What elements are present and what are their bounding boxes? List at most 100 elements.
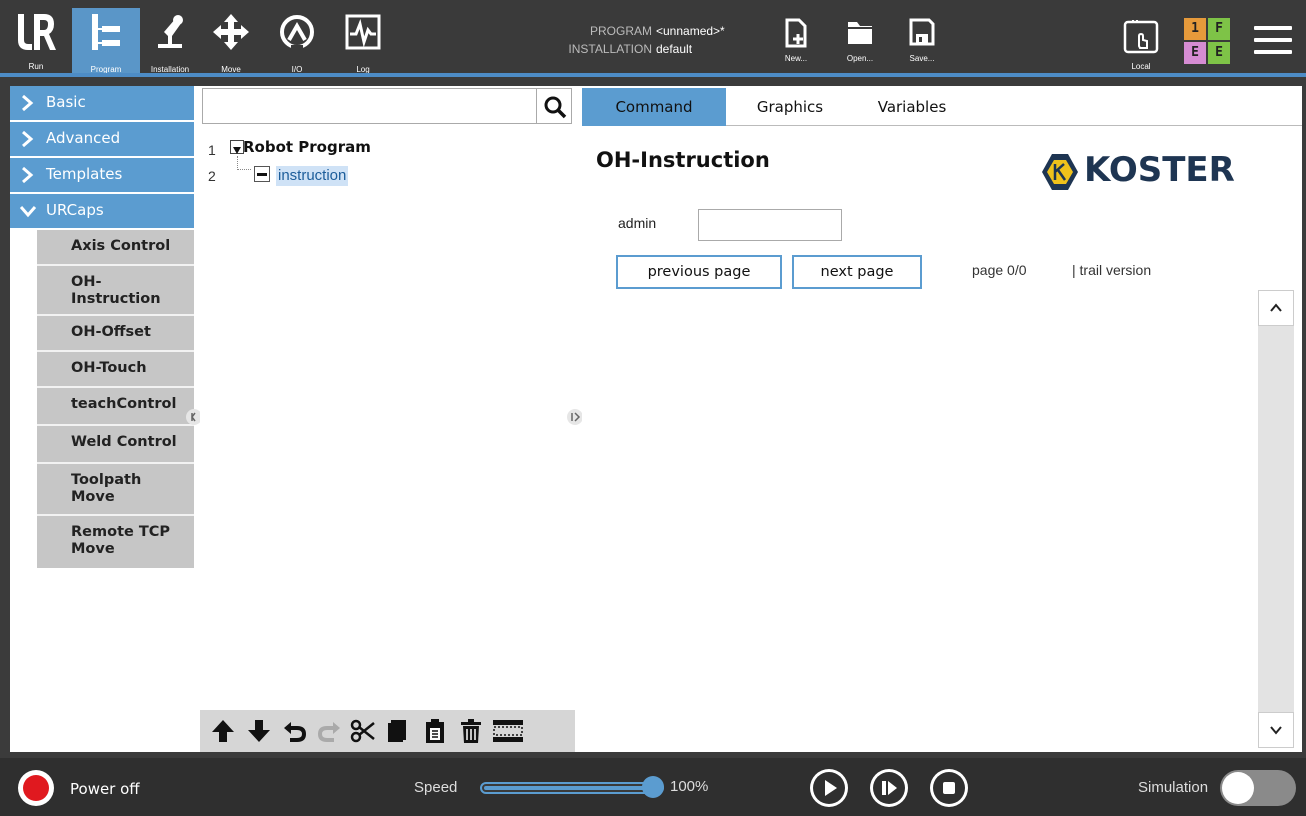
speed-label: Speed <box>414 779 458 796</box>
urcap-toolpath-move[interactable]: Toolpath Move <box>37 464 194 516</box>
new-file-icon <box>785 18 807 48</box>
chevron-right-icon <box>22 94 34 112</box>
open-program-button[interactable]: Open... <box>832 14 888 66</box>
bottom-bar: Power off Speed 100% Simulation <box>0 758 1306 816</box>
stop-button[interactable] <box>930 769 968 807</box>
hamburger-menu-icon[interactable] <box>1254 26 1292 56</box>
delete-icon[interactable] <box>458 718 484 744</box>
tab-command[interactable]: Command <box>582 88 726 126</box>
chevron-down-icon <box>19 206 37 218</box>
nav-log-button[interactable]: Log <box>338 8 388 76</box>
urcap-item-label: OH- Instruction <box>71 274 161 307</box>
paste-icon[interactable] <box>422 718 448 744</box>
redo-icon[interactable] <box>316 718 342 744</box>
program-name: <unnamed>* <box>656 24 725 38</box>
speed-slider-knob[interactable] <box>642 776 664 798</box>
urcap-remote-tcp-move[interactable]: Remote TCP Move <box>37 516 194 568</box>
admin-label: admin <box>618 215 657 231</box>
safety-mode-indicator[interactable]: 1 F E E <box>1184 18 1232 66</box>
nav-io-button[interactable]: I/O <box>272 8 322 76</box>
scroll-down-button[interactable] <box>1258 712 1294 748</box>
program-label: PROGRAM <box>589 24 652 38</box>
tree-line-number: 1 <box>208 142 216 158</box>
move-up-icon[interactable] <box>210 718 236 744</box>
category-urcaps[interactable]: URCaps <box>10 194 194 228</box>
urcap-weld-control[interactable]: Weld Control <box>37 426 194 464</box>
copy-icon[interactable] <box>386 718 412 744</box>
installation-label: INSTALLATION <box>568 42 652 56</box>
category-basic-label: Basic <box>46 93 86 111</box>
previous-page-button[interactable]: previous page <box>616 255 782 289</box>
ur-logo-run-button[interactable] <box>14 10 58 54</box>
tree-connector <box>237 156 251 170</box>
category-templates[interactable]: Templates <box>10 158 194 192</box>
content-scrollbar[interactable] <box>1258 290 1294 748</box>
simulation-label: Simulation <box>1138 779 1209 796</box>
open-program-label: Open... <box>846 54 874 63</box>
run-caption: Run <box>28 62 44 71</box>
power-button[interactable] <box>18 770 54 806</box>
tree-line-number: 2 <box>208 168 216 184</box>
save-program-button[interactable]: Save... <box>894 14 950 66</box>
simulation-toggle-knob <box>1222 772 1254 804</box>
ur-polyscope-app: Run Program Installation Move I/O Log PR… <box>0 0 1306 816</box>
power-status-label[interactable]: Power off <box>70 780 140 798</box>
urcap-item-label: OH-Offset <box>71 324 151 340</box>
cut-icon[interactable] <box>350 718 376 744</box>
urcap-oh-offset[interactable]: OH-Offset <box>37 316 194 352</box>
nav-installation-button[interactable]: Installation <box>140 8 200 76</box>
next-page-button[interactable]: next page <box>792 255 922 289</box>
tree-search-input[interactable] <box>207 93 527 119</box>
play-button[interactable] <box>810 769 848 807</box>
content-tabs: Command Graphics Variables <box>582 88 1302 126</box>
tree-node-robot-program[interactable]: Robot Program <box>243 138 371 156</box>
tree-resize-handle[interactable] <box>567 409 583 425</box>
io-icon <box>280 15 314 51</box>
chevron-up-icon <box>1270 303 1282 312</box>
admin-field[interactable] <box>698 209 842 241</box>
urcap-axis-control[interactable]: Axis Control <box>37 230 194 266</box>
nav-move-button[interactable]: Move <box>206 8 256 76</box>
koster-logo-icon <box>1042 154 1078 190</box>
category-advanced-label: Advanced <box>46 129 121 147</box>
local-label: Local <box>1131 62 1151 71</box>
chevron-right-icon <box>22 130 34 148</box>
undo-icon[interactable] <box>282 718 308 744</box>
scroll-up-button[interactable] <box>1258 290 1294 326</box>
tab-variables[interactable]: Variables <box>854 88 970 126</box>
new-program-button[interactable]: New... <box>768 14 824 66</box>
local-control-button[interactable]: Local <box>1116 16 1166 72</box>
node-type-icon <box>254 166 270 182</box>
speed-slider[interactable] <box>480 782 664 794</box>
urcap-oh-touch[interactable]: OH-Touch <box>37 352 194 388</box>
teach-pendant-icon <box>1123 20 1159 54</box>
top-bar: Run Program Installation Move I/O Log PR… <box>0 0 1306 77</box>
suppress-icon[interactable] <box>492 718 524 744</box>
urcap-oh-instruction[interactable]: OH- Instruction <box>37 266 194 316</box>
tab-graphics[interactable]: Graphics <box>726 88 854 126</box>
new-program-label: New... <box>784 54 808 63</box>
search-icon[interactable] <box>543 95 567 119</box>
node-title: OH-Instruction <box>596 148 770 172</box>
koster-brand-text: KOSTER <box>1084 150 1235 190</box>
category-basic[interactable]: Basic <box>10 86 194 120</box>
speed-slider-fill <box>484 786 660 790</box>
urcap-item-label: Remote TCP Move <box>71 524 171 557</box>
nav-program-button[interactable]: Program <box>72 8 140 76</box>
simulation-toggle[interactable] <box>1220 770 1296 806</box>
koster-logo: KOSTER <box>1040 148 1260 198</box>
urcap-teach-control[interactable]: teachControl <box>37 388 194 426</box>
chevron-right-icon <box>22 166 34 184</box>
tree-node-instruction[interactable]: instruction <box>276 166 349 186</box>
urcap-item-label: teachControl <box>71 396 177 412</box>
ur-logo-icon <box>18 14 56 50</box>
urcap-item-label: Weld Control <box>71 434 177 450</box>
resize-grip-icon <box>571 412 581 422</box>
collapse-toggle[interactable] <box>230 140 244 154</box>
step-button[interactable] <box>870 769 908 807</box>
move-down-icon[interactable] <box>246 718 272 744</box>
save-disk-icon <box>909 18 935 46</box>
mode-cell-e1: E <box>1184 42 1206 64</box>
step-icon <box>873 772 905 804</box>
category-advanced[interactable]: Advanced <box>10 122 194 156</box>
